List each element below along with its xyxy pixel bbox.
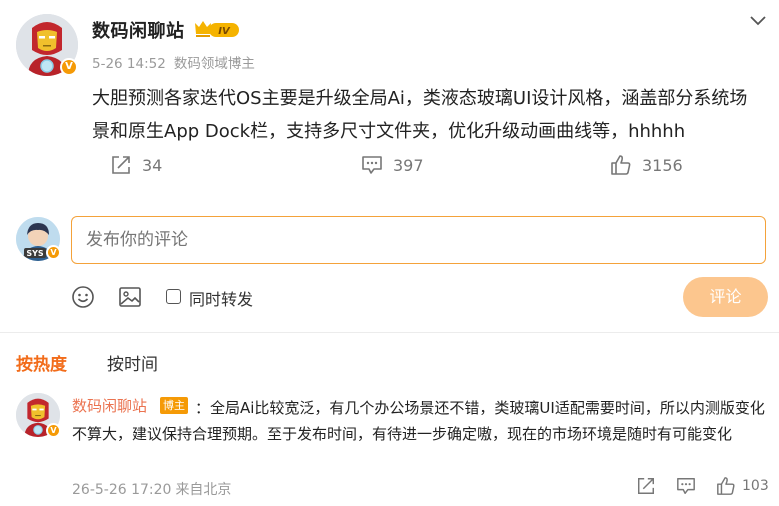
like-count: 3156 [642,155,683,175]
comment-like-button[interactable]: 103 [716,476,769,496]
comment-meta: 26-5-26 17:20 来自北京 [72,479,231,499]
author-avatar[interactable]: V [16,14,78,76]
comment-icon [677,478,695,494]
repost-button[interactable]: 34 [110,152,162,178]
comment-author-name[interactable]: 数码闲聊站 [72,395,147,416]
comment-icon [362,156,382,174]
repost-count: 34 [142,155,163,175]
sort-by-time-tab[interactable]: 按时间 [107,350,158,375]
like-button[interactable]: 3156 [610,152,683,178]
crown-level-icon: IV [195,21,239,37]
repost-checkbox[interactable] [166,289,181,304]
like-icon [717,477,735,495]
my-verified-badge-icon: V [46,245,61,260]
comment-count: 397 [393,155,424,175]
comment-reply-button[interactable] [676,476,702,496]
post-author-name[interactable]: 数码闲聊站 [92,17,185,43]
post-meta: 5-26 14:52 数码领域博主 [92,52,255,72]
repost-icon [638,478,654,494]
repost-checkbox-label[interactable]: 同时转发 [189,286,253,310]
post-time[interactable]: 5-26 14:52 [92,56,166,72]
comment-author-avatar[interactable]: V [16,393,61,438]
like-icon [611,155,631,175]
post-source: 数码领域博主 [173,56,255,72]
comment-button[interactable]: 397 [361,152,424,178]
comment-repost-button[interactable] [636,476,662,496]
verified-badge-icon: V [46,423,61,438]
comment-location: 来自北京 [175,482,232,498]
blogger-tag: 博主 [160,397,188,414]
submit-comment-button[interactable]: 评论 [683,277,768,317]
repost-icon [112,156,130,174]
comment-time: 26-5-26 17:20 [72,482,172,498]
sort-by-hot-tab[interactable]: 按热度 [16,350,67,375]
emoji-icon[interactable] [71,285,95,309]
level-text: IV [218,26,231,37]
post-body: 大胆预测各家迭代OS主要是升级全局Ai，类液态玻璃UI设计风格，涵盖部分系统场景… [92,88,748,142]
comment-like-count: 103 [742,478,769,494]
comment-input[interactable] [71,216,766,264]
verified-badge-icon: V [60,58,78,76]
divider [0,332,779,333]
image-icon[interactable] [118,285,142,309]
chevron-down-icon[interactable] [748,14,768,28]
avatar-caption: SYS [26,249,44,258]
